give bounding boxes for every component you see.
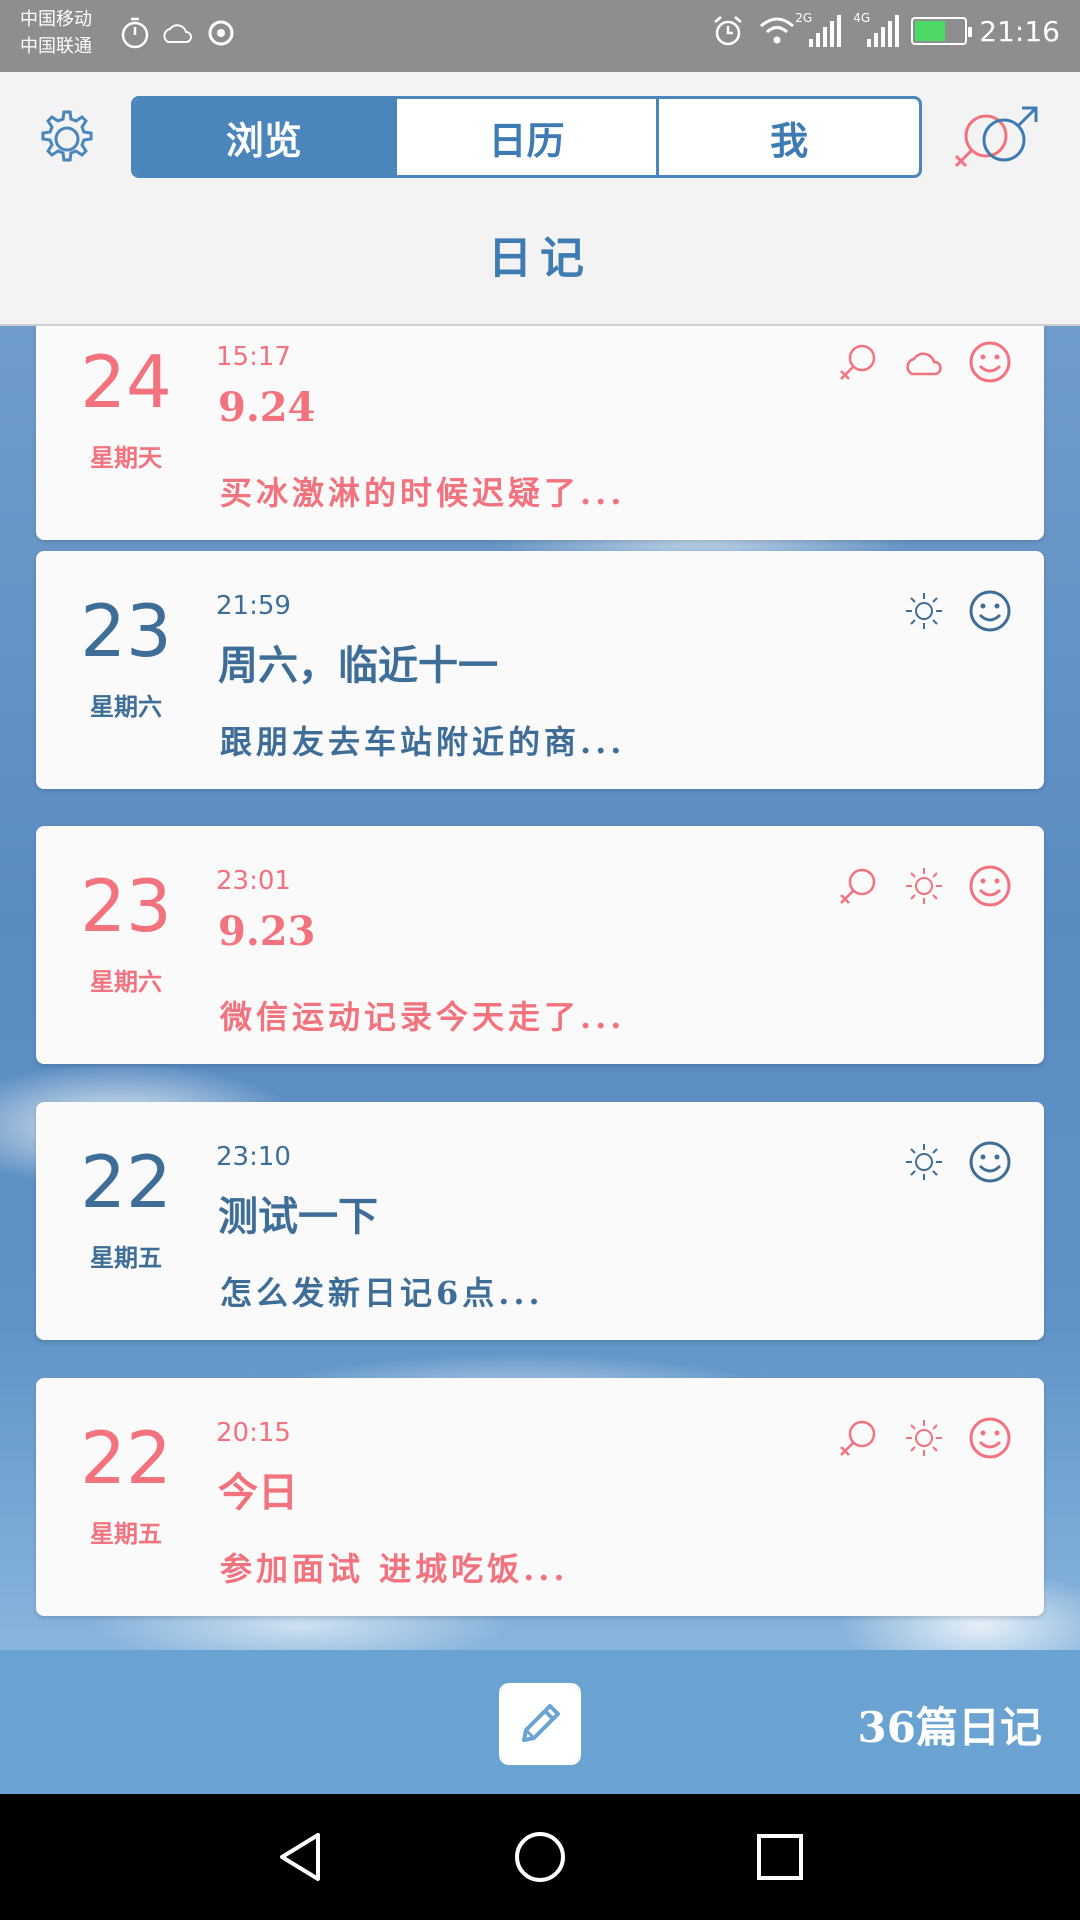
entry-time: 15:17 xyxy=(216,342,291,372)
entry-title: 9.23 xyxy=(218,908,316,955)
entry-preview: 参加面试 进城吃饭... xyxy=(220,1550,569,1588)
sun-icon xyxy=(906,868,942,904)
back-icon[interactable] xyxy=(270,1827,330,1887)
clock: 21:16 xyxy=(979,14,1060,48)
diary-entry[interactable]: 23 星期六 23:01 9.23 微信运动记录今天走了... xyxy=(36,826,1044,1064)
diary-entry[interactable]: 22 星期五 20:15 今日 参加面试 进城吃饭... xyxy=(36,1378,1044,1616)
entry-time: 20:15 xyxy=(216,1418,291,1448)
status-right: 2G 4G 21:16 xyxy=(711,11,1060,48)
weather-icon xyxy=(163,24,192,43)
status-left-icons xyxy=(120,16,238,50)
app-notification-icon xyxy=(208,20,234,46)
entry-weekday: 星期五 xyxy=(90,1243,162,1272)
stopwatch-icon xyxy=(121,17,149,49)
entry-title: 今日 xyxy=(218,1469,298,1516)
carrier-1: 中国移动 xyxy=(20,9,92,30)
entry-weekday: 星期六 xyxy=(90,692,162,721)
female-icon xyxy=(840,868,876,904)
entry-icons xyxy=(902,589,1012,633)
entry-day: 23 xyxy=(80,864,172,948)
entry-time: 21:59 xyxy=(216,591,291,621)
entry-day: 22 xyxy=(80,1416,172,1500)
battery-icon xyxy=(911,17,973,45)
smiley-icon xyxy=(969,865,1011,907)
gender-switch-icon[interactable] xyxy=(950,100,1044,176)
entry-time: 23:01 xyxy=(216,866,291,896)
tab-calendar[interactable]: 日历 xyxy=(397,99,660,175)
bottom-bar: 36篇日记 xyxy=(0,1650,1080,1794)
entry-preview: 买冰激淋的时候迟疑了... xyxy=(220,474,626,512)
pencil-icon xyxy=(522,1704,560,1742)
cloud-icon xyxy=(906,352,942,376)
diary-entry[interactable]: 23 星期六 21:59 周六，临近十一 跟朋友去车站附近的商... xyxy=(36,551,1044,789)
entry-title: 9.24 xyxy=(218,384,316,431)
sun-icon xyxy=(906,593,942,629)
entry-preview: 跟朋友去车站附近的商... xyxy=(220,723,626,761)
entry-icons xyxy=(836,340,1012,384)
view-tabs: 浏览 日历 我 xyxy=(131,96,922,178)
signal-4g-icon: 4G xyxy=(853,11,900,47)
smiley-icon xyxy=(969,590,1011,632)
alarm-icon xyxy=(714,16,743,46)
entry-icons xyxy=(836,864,1012,908)
entry-icons xyxy=(902,1140,1012,1184)
gear-icon[interactable] xyxy=(36,108,98,170)
entry-day: 23 xyxy=(80,589,172,673)
sun-icon xyxy=(906,1144,942,1180)
diary-count: 36篇日记 xyxy=(857,1703,1042,1752)
new-diary-button[interactable] xyxy=(499,1683,581,1765)
diary-entry[interactable]: 24 星期天 15:17 9.24 买冰激淋的时候迟疑了... xyxy=(36,302,1044,540)
entry-day: 24 xyxy=(80,340,172,424)
entry-title: 测试一下 xyxy=(218,1193,378,1240)
diary-entry[interactable]: 22 星期五 23:10 测试一下 怎么发新日记6点... xyxy=(36,1102,1044,1340)
smiley-icon xyxy=(969,1417,1011,1459)
entry-title: 周六，临近十一 xyxy=(218,642,498,689)
carrier-2: 中国联通 xyxy=(20,36,92,57)
entry-day: 22 xyxy=(80,1140,172,1224)
carrier-labels: 中国移动 中国联通 xyxy=(20,6,92,60)
recents-icon[interactable] xyxy=(750,1827,810,1887)
entry-icons xyxy=(836,1416,1012,1460)
tab-me[interactable]: 我 xyxy=(659,99,919,175)
home-icon[interactable] xyxy=(510,1827,570,1887)
wifi-icon xyxy=(760,17,795,44)
female-icon xyxy=(840,344,876,380)
smiley-icon xyxy=(969,1141,1011,1183)
entry-weekday: 星期六 xyxy=(90,967,162,996)
page-title: 日记 xyxy=(488,233,592,284)
entry-weekday: 星期五 xyxy=(90,1519,162,1548)
smiley-icon xyxy=(969,341,1011,383)
female-icon xyxy=(840,1420,876,1456)
status-bar: 中国移动 中国联通 2G 4G 21:16 xyxy=(0,0,1080,72)
entry-time: 23:10 xyxy=(216,1142,291,1172)
sun-icon xyxy=(906,1420,942,1456)
app-header: 浏览 日历 我 日记 xyxy=(0,72,1080,326)
tab-browse[interactable]: 浏览 xyxy=(134,99,397,175)
signal-2g-icon: 2G xyxy=(795,11,842,47)
entry-preview: 微信运动记录今天走了... xyxy=(220,998,626,1036)
entry-weekday: 星期天 xyxy=(90,443,162,472)
entry-preview: 怎么发新日记6点... xyxy=(220,1274,544,1312)
navigation-bar xyxy=(0,1794,1080,1920)
